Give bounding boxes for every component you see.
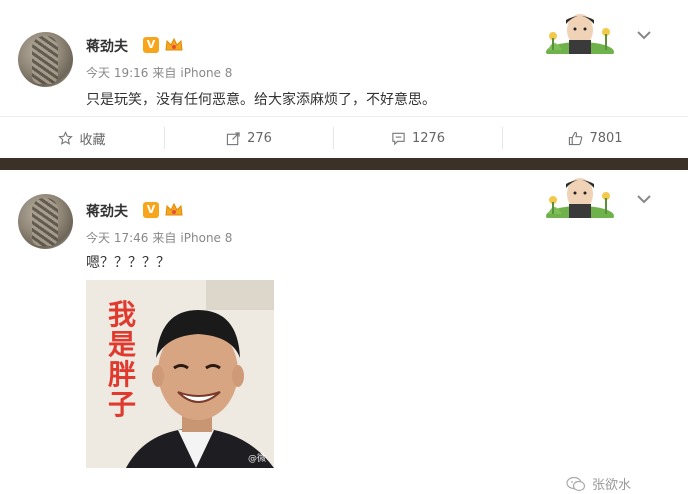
chevron-down-icon[interactable]: [636, 194, 652, 204]
star-icon: [58, 130, 74, 145]
like-button[interactable]: 7801: [503, 117, 688, 159]
post-text: 只是玩笑，没有任何恶意。给大家添麻烦了，不好意思。: [86, 92, 436, 108]
comment-count: 1276: [411, 130, 446, 146]
avatar[interactable]: [18, 194, 73, 249]
comment-button[interactable]: 1276: [334, 117, 502, 159]
source-prefix: 来自: [152, 231, 177, 245]
favorite-label: 收藏: [79, 132, 106, 148]
post-source: iPhone 8: [180, 231, 233, 245]
card-decoration-icon: [546, 14, 614, 54]
avatar[interactable]: [18, 32, 73, 87]
thumbs-up-icon: [569, 131, 583, 145]
image-watermark: @微: [247, 454, 266, 464]
post-time[interactable]: 今天 17:46: [86, 231, 148, 245]
repost-icon: [226, 131, 240, 145]
author-name[interactable]: 蒋劲夫: [86, 201, 128, 221]
comment-icon: [392, 132, 405, 145]
wechat-watermark: 张欲水: [566, 474, 631, 493]
like-count: 7801: [589, 130, 623, 146]
feed-divider: [0, 158, 688, 170]
post-1: 蒋劲夫 V 今天 19:16 来自 iPhone 8 只是玩笑，没有任何恶意。给大家…: [0, 0, 688, 158]
post-meta: 今天 17:46 来自 iPhone 8: [86, 229, 236, 246]
post-source: iPhone 8: [180, 66, 233, 80]
source-prefix: 来自: [152, 66, 177, 80]
verified-badge: V: [143, 202, 159, 218]
post-meta: 今天 19:16 来自 iPhone 8: [86, 64, 236, 81]
repost-count: 276: [247, 130, 272, 146]
favorite-button[interactable]: 收藏: [0, 117, 164, 159]
image-caption: 我是胖子: [108, 298, 137, 421]
author-name[interactable]: 蒋劲夫: [86, 36, 128, 56]
verified-badge: V: [143, 37, 159, 53]
vip-crown-icon: [165, 37, 183, 51]
watermark-text: 张欲水: [592, 478, 632, 493]
vip-crown-icon: [165, 202, 183, 216]
post-text: 嗯？？？？？: [86, 255, 170, 271]
card-decoration-icon: [546, 178, 614, 218]
post-image[interactable]: 我是胖子 @微: [86, 280, 274, 468]
wechat-icon: [566, 476, 586, 491]
chevron-down-icon[interactable]: [636, 30, 652, 40]
action-bar: 收藏 276 1276 7801: [0, 116, 688, 159]
repost-button[interactable]: 276: [165, 117, 333, 159]
post-time[interactable]: 今天 19:16: [86, 66, 148, 80]
